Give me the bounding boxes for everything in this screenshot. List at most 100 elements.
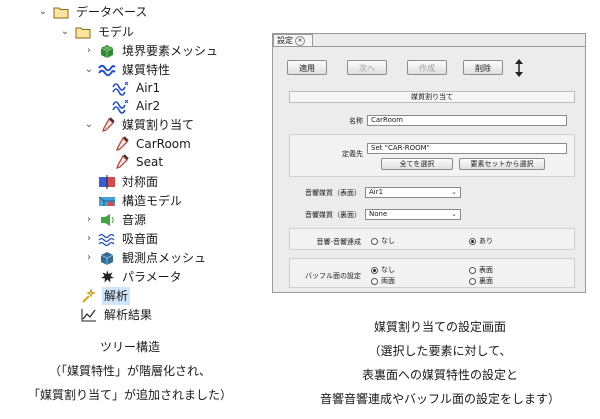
wave-icon	[98, 62, 116, 78]
name-field[interactable]: CarRoom	[367, 115, 567, 126]
left-caption-line-2: （「媒質特性」が階層化され、	[48, 364, 212, 378]
tree-item-air1[interactable]: Air1	[112, 79, 162, 97]
tree-item-boundary-mesh[interactable]: › 境界要素メッシュ	[84, 42, 220, 60]
radio-indicator	[371, 237, 378, 245]
tree-item-database[interactable]: ⌄ データベース	[38, 3, 149, 21]
chevron-right-icon[interactable]: ›	[84, 42, 94, 60]
chevron-down-icon[interactable]: ⌄	[84, 61, 94, 79]
radio-indicator	[469, 277, 476, 285]
media-icon	[112, 80, 130, 96]
back-media-value: None	[369, 210, 388, 218]
tree-item-label: 境界要素メッシュ	[122, 44, 219, 58]
chevron-right-icon[interactable]: ›	[84, 230, 94, 248]
parameter-icon	[98, 269, 116, 285]
chevron-right-icon[interactable]: ›	[84, 211, 94, 229]
tree-item-air2[interactable]: Air2	[112, 97, 162, 115]
select-from-set-button[interactable]: 要素セットから選択	[459, 158, 545, 170]
back-media-label: 音響媒質（裏面）	[305, 211, 361, 219]
radio-indicator	[469, 237, 476, 245]
tree-item-label: データベース	[76, 5, 148, 19]
radio-label: なし	[381, 237, 395, 245]
tree-item-label: 媒質特性	[122, 63, 171, 77]
tree-item-parameter[interactable]: パラメータ	[98, 268, 184, 286]
absorption-icon	[98, 231, 116, 247]
chevron-down-icon: ⌄	[451, 188, 457, 196]
chevron-down-icon[interactable]: ⌄	[38, 3, 48, 21]
left-caption-line-3: 「媒質割り当て」が追加されました）	[27, 388, 232, 402]
radio-label: 表面	[479, 266, 493, 274]
coupling-none-radio[interactable]: なし	[371, 236, 395, 246]
tree-item-sound-source[interactable]: › 音源	[84, 211, 148, 229]
tree-item-analysis-result[interactable]: 解析結果	[80, 306, 154, 324]
tab-label: 設定	[277, 36, 293, 45]
right-caption-line-3: 表裏面への媒質特性の設定と	[361, 368, 518, 382]
baffle-none-radio[interactable]: なし	[371, 265, 395, 275]
tab-settings[interactable]: 設定 ×	[273, 34, 313, 46]
baffle-front-radio[interactable]: 表面	[469, 265, 493, 275]
mesh-icon	[98, 250, 116, 266]
tree-item-label: 対称面	[122, 175, 159, 189]
settings-dialog: 設定 × 適用 次へ 作成 削除 媒質割り当て 名称 CarRoom 定義先 Se…	[272, 33, 586, 293]
tree-item-symmetry[interactable]: 対称面	[98, 173, 160, 191]
tree-item-label: Air2	[136, 99, 161, 113]
chevron-right-icon[interactable]: ›	[84, 249, 94, 267]
tree-item-absorbing-surface[interactable]: › 吸音面	[84, 230, 160, 248]
baffle-label: バッフル面の設定	[305, 272, 361, 280]
chevron-down-icon[interactable]: ⌄	[60, 23, 70, 41]
front-media-label: 音響媒質（表面）	[305, 189, 361, 197]
tree-item-label: Seat	[136, 155, 164, 169]
radio-label: あり	[479, 237, 493, 245]
baffle-back-radio[interactable]: 裏面	[469, 276, 493, 286]
radio-label: 裏面	[479, 277, 493, 285]
tree-item-label: Air1	[136, 81, 161, 95]
media-icon	[112, 98, 130, 114]
radio-indicator	[469, 266, 476, 274]
front-media-select[interactable]: Air1 ⌄	[365, 187, 461, 198]
tree-item-label: モデル	[98, 25, 135, 39]
baffle-both-radio[interactable]: 両面	[371, 276, 395, 286]
structure-icon	[98, 193, 116, 209]
tab-divider	[273, 46, 585, 47]
chevron-down-icon[interactable]: ⌄	[84, 116, 94, 134]
radio-label: なし	[381, 266, 395, 274]
tree-item-label: 解析結果	[104, 308, 153, 322]
tree-item-seat[interactable]: Seat	[112, 153, 165, 171]
chevron-down-icon: ⌄	[451, 210, 457, 218]
select-all-button[interactable]: 全てを選択	[381, 158, 453, 170]
model-tree: ⌄ データベース ⌄ モデル › 境界要素メッシュ ⌄ 媒質特性 Air1 Ai…	[0, 0, 270, 330]
tree-item-label: 音源	[122, 213, 147, 227]
move-up-down-icon[interactable]	[513, 58, 525, 78]
symmetry-plane-icon	[98, 174, 116, 190]
right-caption-line-2: （選択した要素に対して、	[368, 344, 512, 358]
tree-item-label: 吸音面	[122, 232, 159, 246]
dropper-icon	[98, 117, 116, 133]
tree-item-observation-mesh[interactable]: › 観測点メッシュ	[84, 249, 208, 267]
tree-item-model[interactable]: ⌄ モデル	[60, 23, 136, 41]
tree-item-media-properties[interactable]: ⌄ 媒質特性	[84, 61, 172, 79]
front-media-value: Air1	[369, 188, 384, 196]
tree-item-structure-model[interactable]: 構造モデル	[98, 192, 184, 210]
left-caption-line-1: ツリー構造	[99, 340, 160, 354]
next-button[interactable]: 次へ	[347, 60, 387, 75]
radio-indicator	[371, 277, 378, 285]
folder-icon	[74, 24, 92, 40]
create-button[interactable]: 作成	[407, 60, 447, 75]
apply-button[interactable]: 適用	[287, 60, 327, 75]
dropper-icon	[112, 154, 130, 170]
tree-item-label: 構造モデル	[122, 194, 183, 208]
coupling-label: 音響-音響連成	[316, 238, 361, 246]
definition-label: 定義先	[342, 150, 363, 158]
tree-item-label: CarRoom	[136, 137, 191, 151]
delete-button[interactable]: 削除	[463, 60, 503, 75]
dropper-icon	[112, 136, 130, 152]
mesh-icon	[98, 43, 116, 59]
tree-item-analysis[interactable]: 解析	[80, 287, 131, 305]
coupling-yes-radio[interactable]: あり	[469, 236, 493, 246]
tree-item-carroom[interactable]: CarRoom	[112, 135, 193, 153]
radio-label: 両面	[381, 277, 395, 285]
name-label: 名称	[349, 117, 363, 125]
close-icon[interactable]: ×	[295, 36, 305, 46]
definition-field[interactable]: Set "CAR-ROOM"	[367, 143, 567, 154]
tree-item-media-assignment[interactable]: ⌄ 媒質割り当て	[84, 116, 196, 134]
back-media-select[interactable]: None ⌄	[365, 209, 461, 220]
